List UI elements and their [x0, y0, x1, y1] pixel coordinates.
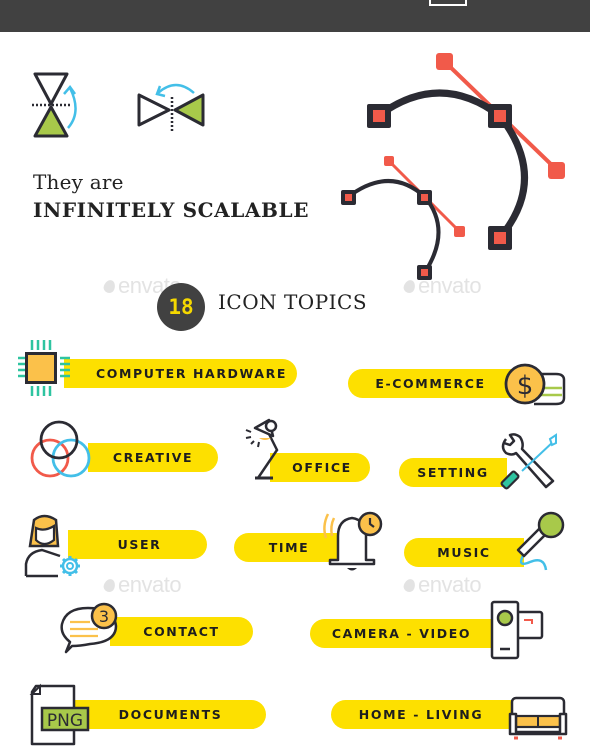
category-camera-video: CAMERA - VIDEO [310, 619, 493, 648]
category-creative: CREATIVE [88, 443, 218, 472]
sofa-icon [508, 696, 568, 740]
banner-frame-decoration [429, 0, 467, 6]
bell-clock-icon [323, 511, 383, 571]
top-banner [0, 0, 590, 32]
category-computer-hardware: COMPUTER HARDWARE [64, 359, 297, 388]
cpu-chip-icon [18, 340, 70, 396]
envato-leaf-icon [102, 577, 117, 594]
category-contact: CONTACT [110, 617, 253, 646]
chat-bubble-icon: 3 [60, 602, 118, 654]
category-e-commerce: E-COMMERCE [348, 369, 513, 398]
category-home-living: HOME - LIVING [331, 700, 511, 729]
headline-scalable: INFINITELY SCALABLE [33, 198, 310, 222]
png-file-icon: PNG [29, 683, 90, 746]
category-user: USER [68, 530, 207, 559]
envato-leaf-icon [402, 577, 417, 594]
venn-circles-icon [30, 420, 91, 478]
dollar-coin-icon: $ [504, 363, 566, 406]
topics-count-badge: 18 [157, 283, 205, 331]
user-gear-icon [24, 514, 80, 578]
category-setting: SETTING [399, 458, 507, 487]
desk-lamp-icon [245, 418, 279, 480]
category-documents: DOCUMENTS [75, 700, 266, 729]
watermark: envato [402, 273, 482, 299]
envato-leaf-icon [402, 278, 417, 295]
envato-leaf-icon [102, 278, 117, 295]
flip-horizontal-icon [137, 83, 205, 131]
microphone-icon [516, 511, 565, 571]
topics-title: ICON TOPICS [218, 290, 368, 314]
category-music: MUSIC [404, 538, 524, 567]
bezier-curve-small-icon [341, 156, 465, 280]
wrench-screwdriver-icon [500, 433, 557, 490]
flip-vertical-icon [32, 72, 77, 138]
file-type-badge: PNG [47, 711, 83, 731]
watermark: envato [102, 572, 182, 598]
svg-text:$: $ [517, 371, 534, 401]
watermark: envato [402, 572, 482, 598]
headline-intro: They are [33, 170, 124, 194]
video-camera-icon [490, 600, 544, 660]
contact-badge-count: 3 [99, 607, 109, 626]
